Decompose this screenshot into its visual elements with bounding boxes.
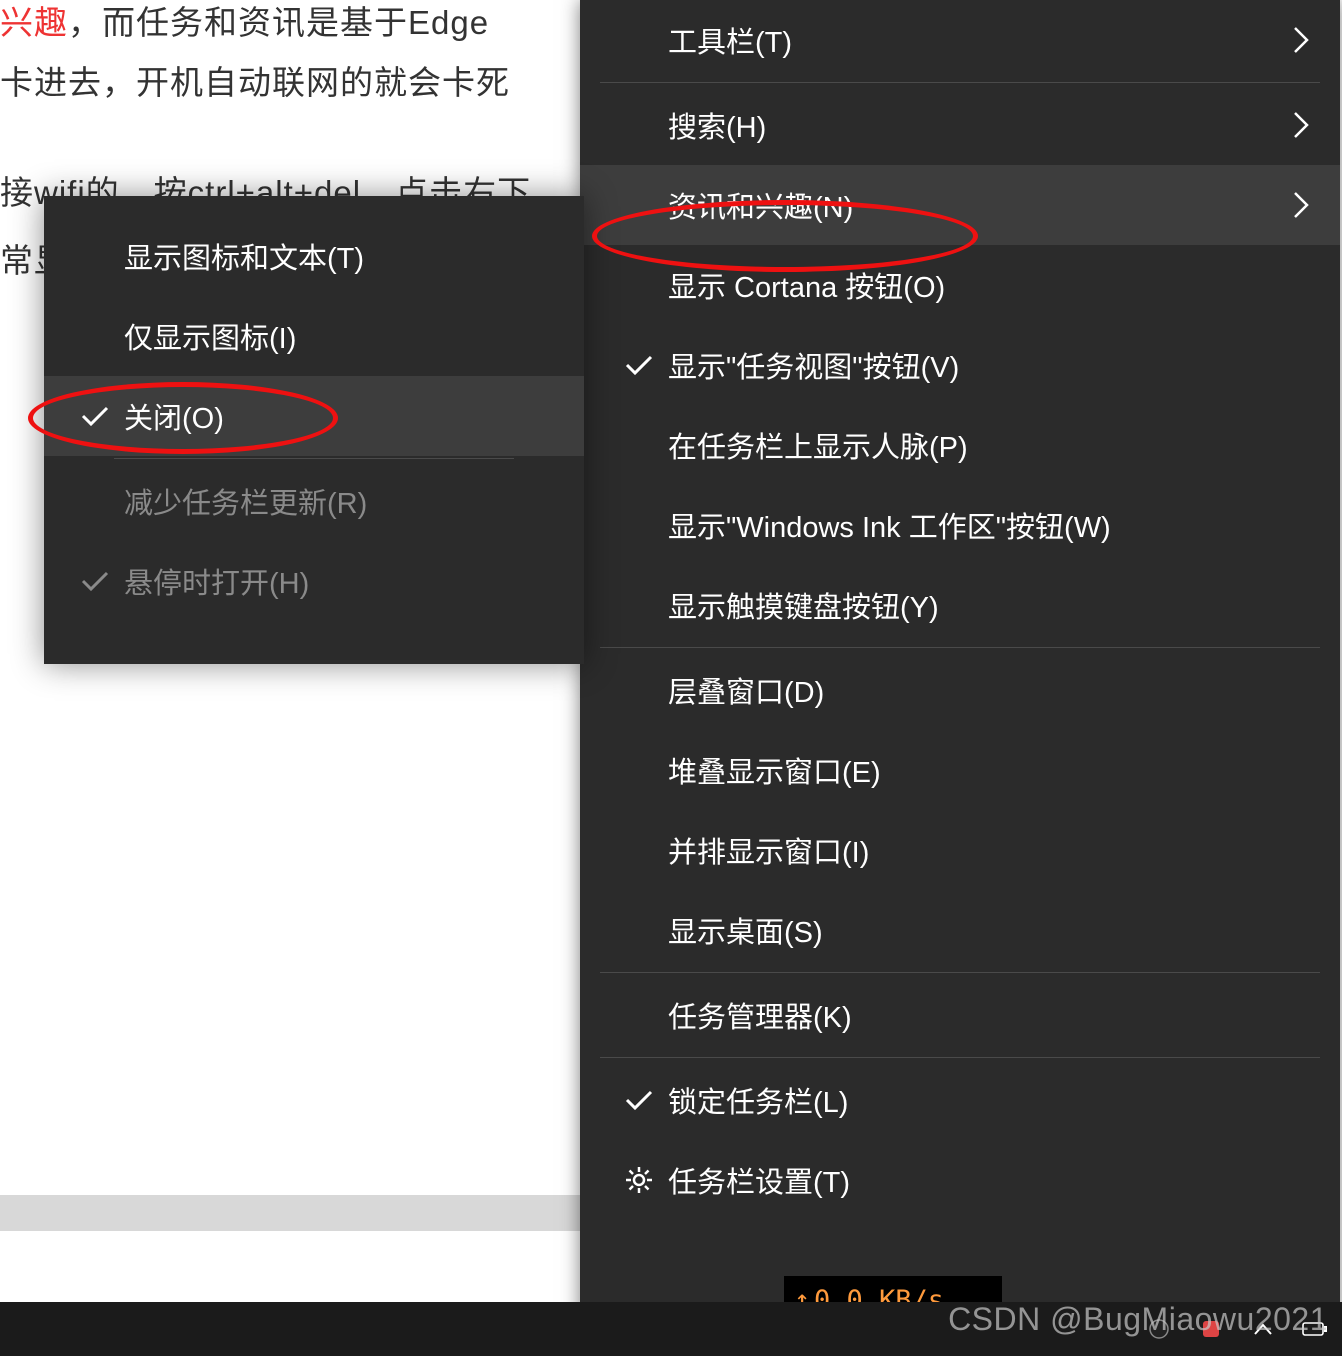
menu-item-taskview[interactable]: 显示"任务视图"按钮(V) xyxy=(580,325,1340,405)
tray-battery-icon[interactable] xyxy=(1300,1314,1330,1344)
tray-app-icon[interactable] xyxy=(1144,1314,1174,1344)
separator xyxy=(600,647,1320,648)
tray-chevron-up-icon[interactable] xyxy=(1248,1314,1278,1344)
menu-label: 在任务栏上显示人脉(P) xyxy=(668,424,1310,466)
article-text: ，而任务和资讯是基于Edge xyxy=(68,4,489,41)
menu-label: 显示触摸键盘按钮(Y) xyxy=(668,584,1310,626)
menu-item-stack[interactable]: 堆叠显示窗口(E) xyxy=(580,730,1340,810)
menu-label: 仅显示图标(I) xyxy=(124,315,554,357)
menu-item-people[interactable]: 在任务栏上显示人脉(P) xyxy=(580,405,1340,485)
menu-item-show-desktop[interactable]: 显示桌面(S) xyxy=(580,890,1340,970)
grey-divider xyxy=(0,1195,580,1231)
menu-label: 任务栏设置(T) xyxy=(668,1159,1310,1201)
menu-label: 显示"任务视图"按钮(V) xyxy=(668,344,1310,386)
separator xyxy=(600,1057,1320,1058)
separator xyxy=(600,82,1320,83)
separator xyxy=(600,972,1320,973)
menu-label: 资讯和兴趣(N) xyxy=(668,184,1270,226)
article-keyword: 兴趣 xyxy=(0,4,68,41)
check-icon xyxy=(610,353,668,377)
menu-label: 悬停时打开(H) xyxy=(124,560,554,602)
chevron-right-icon xyxy=(1270,26,1310,54)
submenu-item-icon-only[interactable]: 仅显示图标(I) xyxy=(44,296,584,376)
chevron-right-icon xyxy=(1270,111,1310,139)
menu-label: 堆叠显示窗口(E) xyxy=(668,749,1310,791)
menu-label: 并排显示窗口(I) xyxy=(668,829,1310,871)
menu-item-news-interests[interactable]: 资讯和兴趣(N) xyxy=(580,165,1340,245)
submenu-item-icon-text[interactable]: 显示图标和文本(T) xyxy=(44,216,584,296)
menu-label: 锁定任务栏(L) xyxy=(668,1079,1310,1121)
menu-item-task-manager[interactable]: 任务管理器(K) xyxy=(580,975,1340,1055)
check-icon xyxy=(66,404,124,428)
menu-item-windows-ink[interactable]: 显示"Windows Ink 工作区"按钮(W) xyxy=(580,485,1340,565)
menu-label: 任务管理器(K) xyxy=(668,994,1310,1036)
menu-label: 关闭(O) xyxy=(124,395,554,437)
menu-item-search[interactable]: 搜索(H) xyxy=(580,85,1340,165)
check-icon xyxy=(66,569,124,593)
chevron-right-icon xyxy=(1270,191,1310,219)
system-tray xyxy=(1132,1302,1342,1356)
article-text: 卡进去，开机自动联网的就会卡死 xyxy=(0,52,510,115)
tray-app-icon[interactable] xyxy=(1196,1314,1226,1344)
menu-item-sidebyside[interactable]: 并排显示窗口(I) xyxy=(580,810,1340,890)
menu-label: 工具栏(T) xyxy=(668,19,1270,61)
menu-label: 减少任务栏更新(R) xyxy=(124,480,554,522)
check-icon xyxy=(610,1088,668,1112)
menu-label: 显示图标和文本(T) xyxy=(124,235,554,277)
menu-item-taskbar-settings[interactable]: 任务栏设置(T) xyxy=(580,1140,1340,1220)
menu-label: 显示"Windows Ink 工作区"按钮(W) xyxy=(668,504,1310,546)
submenu-item-reduce-updates: 减少任务栏更新(R) xyxy=(44,461,584,541)
submenu-item-off[interactable]: 关闭(O) xyxy=(44,376,584,456)
menu-item-lock-taskbar[interactable]: 锁定任务栏(L) xyxy=(580,1060,1340,1140)
news-interests-submenu: 显示图标和文本(T) 仅显示图标(I) 关闭(O) 减少任务栏更新(R) 悬停时… xyxy=(44,196,584,664)
menu-label: 层叠窗口(D) xyxy=(668,669,1310,711)
menu-label: 显示桌面(S) xyxy=(668,909,1310,951)
menu-label: 搜索(H) xyxy=(668,104,1270,146)
menu-label: 显示 Cortana 按钮(O) xyxy=(668,264,1310,306)
menu-item-cortana[interactable]: 显示 Cortana 按钮(O) xyxy=(580,245,1340,325)
menu-item-cascade[interactable]: 层叠窗口(D) xyxy=(580,650,1340,730)
menu-item-toolbars[interactable]: 工具栏(T) xyxy=(580,0,1340,80)
menu-item-touch-keyboard[interactable]: 显示触摸键盘按钮(Y) xyxy=(580,565,1340,645)
taskbar-context-menu: 工具栏(T) 搜索(H) 资讯和兴趣(N) 显示 Cortana 按钮(O) 显… xyxy=(580,0,1340,1324)
gear-icon xyxy=(610,1165,668,1195)
submenu-item-open-on-hover: 悬停时打开(H) xyxy=(44,541,584,621)
separator xyxy=(114,458,514,459)
